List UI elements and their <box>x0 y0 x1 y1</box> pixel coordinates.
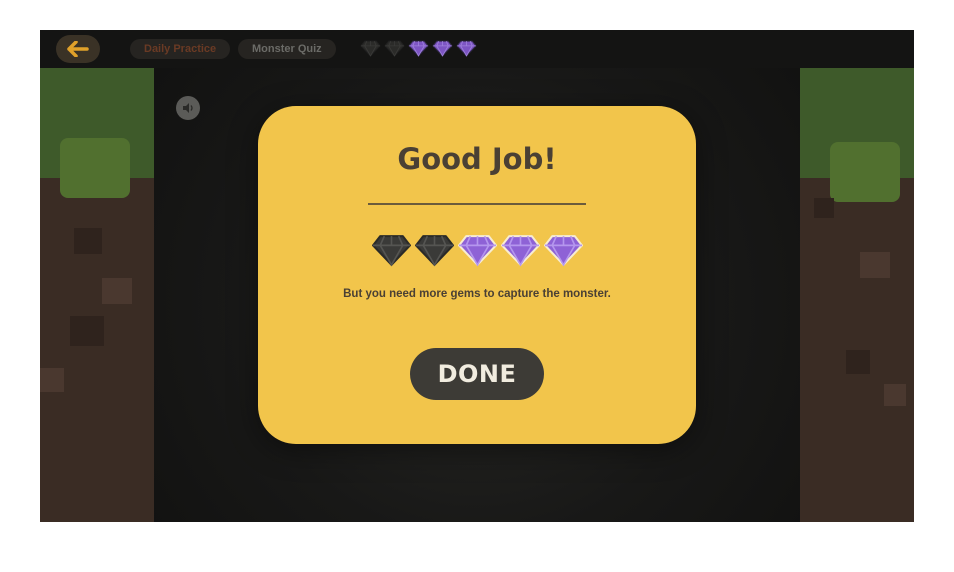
modal-message: But you need more gems to capture the mo… <box>343 288 611 300</box>
modal-title: Good Job! <box>397 142 557 176</box>
gem-empty-icon <box>360 40 381 57</box>
gem-empty-icon <box>414 235 454 267</box>
breadcrumb-daily-practice[interactable]: Daily Practice <box>130 39 231 59</box>
gem-filled-icon <box>456 40 477 57</box>
gem-empty-icon <box>384 40 405 57</box>
gem-filled-icon <box>543 235 583 267</box>
gem-score <box>258 234 696 267</box>
gem-progress-bar <box>360 40 477 57</box>
gem-empty-icon <box>371 235 411 267</box>
jungle-scenery-left <box>40 68 154 522</box>
jungle-scenery-right <box>800 68 914 522</box>
speaker-icon <box>183 103 193 113</box>
sound-button[interactable] <box>176 96 200 120</box>
title-divider <box>368 203 586 205</box>
back-arrow-icon <box>67 41 89 57</box>
result-modal: Good Job! But you need more gems to capt… <box>258 106 696 444</box>
game-screen: Daily Practice Monster Quiz Good Job! Bu… <box>40 30 914 522</box>
breadcrumb-monster-quiz[interactable]: Monster Quiz <box>238 39 336 59</box>
done-button[interactable]: DONE <box>410 348 544 400</box>
gem-filled-icon <box>457 235 497 267</box>
gem-filled-icon <box>408 40 429 57</box>
gem-filled-icon <box>432 40 453 57</box>
gem-filled-icon <box>500 235 540 267</box>
back-button[interactable] <box>56 35 100 63</box>
top-bar: Daily Practice Monster Quiz <box>40 30 914 68</box>
